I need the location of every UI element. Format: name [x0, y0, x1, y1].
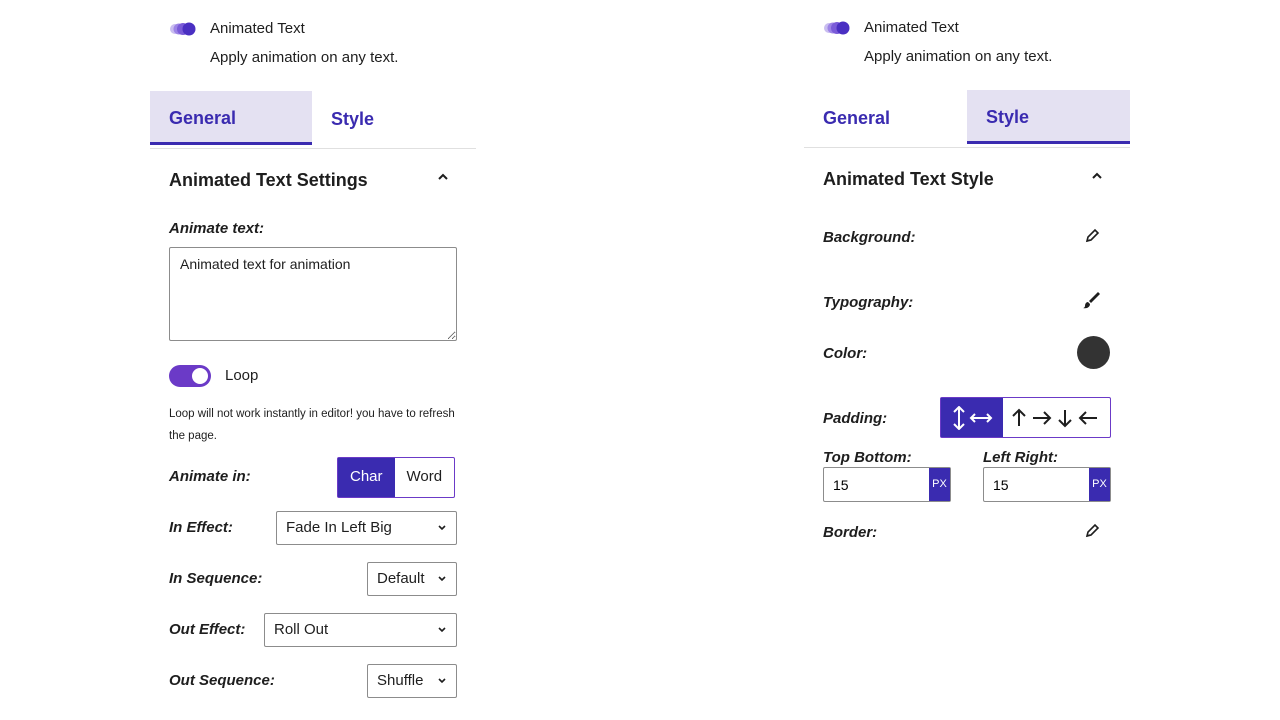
up-right-down-left-arrows-icon[interactable] — [1003, 398, 1110, 437]
tab-general[interactable]: General — [804, 90, 967, 144]
animate-in-toggle-group: Char Word — [337, 457, 456, 498]
toggle-knob — [192, 368, 208, 384]
brush-icon[interactable] — [1081, 290, 1103, 312]
section-title: Animated Text Settings — [169, 170, 368, 190]
loop-toggle[interactable] — [169, 365, 211, 387]
block-description: Apply animation on any text. — [210, 49, 399, 66]
animate-in-label: Animate in: — [169, 468, 251, 485]
left-right-field: PX — [983, 467, 1111, 502]
style-settings-panel: Animated Text Apply animation on any tex… — [804, 0, 1130, 720]
out-sequence-label: Out Sequence: — [169, 672, 275, 689]
animated-text-icon — [170, 22, 196, 36]
block-title: Animated Text — [210, 20, 305, 37]
pencil-icon[interactable] — [1081, 227, 1103, 249]
pencil-icon[interactable] — [1081, 522, 1103, 544]
left-right-unit[interactable]: PX — [1089, 468, 1110, 501]
top-bottom-field: PX — [823, 467, 951, 502]
in-effect-select[interactable]: Fade In Left Big — [276, 511, 457, 545]
animate-text-label: Animate text: — [169, 220, 265, 237]
chevron-down-icon — [437, 512, 447, 544]
tab-bar: General Style — [150, 91, 476, 149]
tab-general[interactable]: General — [150, 91, 312, 145]
vertical-horizontal-arrows-icon[interactable] — [941, 398, 1003, 437]
tab-bar: General Style — [804, 90, 1130, 148]
top-bottom-unit[interactable]: PX — [929, 468, 950, 501]
in-sequence-label: In Sequence: — [169, 570, 263, 587]
block-title: Animated Text — [864, 19, 959, 36]
chevron-up-icon[interactable] — [433, 170, 453, 190]
out-sequence-select[interactable]: Shuffle — [367, 664, 457, 698]
color-swatch[interactable] — [1077, 336, 1110, 369]
in-sequence-value: Default — [377, 570, 425, 587]
border-label: Border: — [823, 524, 878, 541]
out-sequence-value: Shuffle — [377, 672, 424, 689]
in-sequence-select[interactable]: Default — [367, 562, 457, 596]
out-effect-select[interactable]: Roll Out — [264, 613, 457, 647]
padding-label: Padding: — [823, 410, 888, 427]
tab-style[interactable]: Style — [312, 91, 476, 145]
background-label: Background: — [823, 229, 916, 246]
animate-text-input[interactable]: Animated text for animation — [169, 247, 457, 341]
typography-label: Typography: — [823, 294, 914, 311]
animate-in-word-button[interactable]: Word — [395, 458, 455, 497]
tab-style[interactable]: Style — [967, 90, 1130, 144]
chevron-up-icon[interactable] — [1087, 169, 1107, 189]
out-effect-label: Out Effect: — [169, 621, 246, 638]
chevron-down-icon — [437, 614, 447, 646]
animated-text-icon — [824, 21, 850, 35]
chevron-down-icon — [437, 665, 447, 697]
loop-label: Loop — [225, 367, 259, 384]
padding-mode-group — [940, 397, 1111, 438]
color-label: Color: — [823, 345, 868, 362]
left-right-label: Left Right: — [983, 449, 1058, 466]
out-effect-value: Roll Out — [274, 621, 329, 638]
chevron-down-icon — [437, 563, 447, 595]
top-bottom-label: Top Bottom: — [823, 449, 912, 466]
top-bottom-input[interactable] — [824, 468, 928, 501]
in-effect-value: Fade In Left Big — [286, 519, 392, 536]
section-title: Animated Text Style — [823, 169, 994, 189]
in-effect-label: In Effect: — [169, 519, 233, 536]
block-description: Apply animation on any text. — [864, 48, 1053, 65]
animate-in-char-button[interactable]: Char — [338, 458, 395, 497]
general-settings-panel: Animated Text Apply animation on any tex… — [150, 0, 476, 720]
left-right-input[interactable] — [984, 468, 1088, 501]
loop-note: Loop will not work instantly in editor! … — [169, 408, 455, 442]
